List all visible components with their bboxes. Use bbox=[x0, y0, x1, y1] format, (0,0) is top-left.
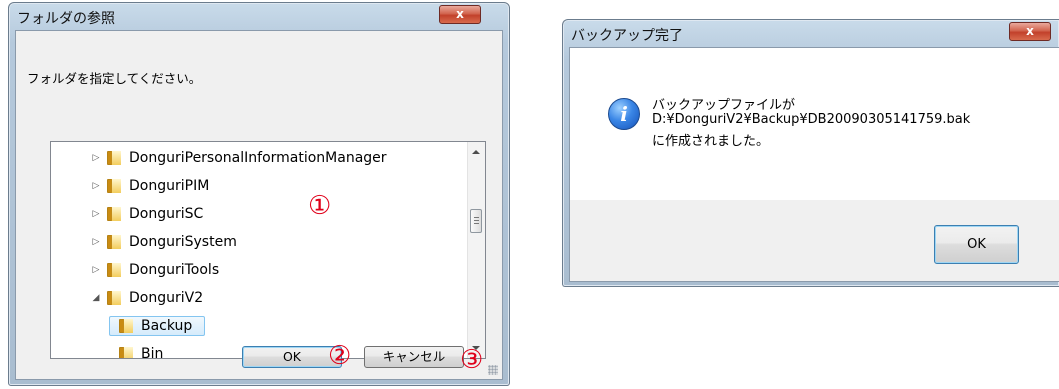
scroll-up-icon[interactable] bbox=[472, 150, 480, 154]
collapse-arrow-icon[interactable]: ◢ bbox=[91, 287, 101, 309]
info-icon: i bbox=[608, 98, 640, 130]
expand-arrow-icon[interactable]: ▷ bbox=[91, 175, 101, 197]
expand-arrow-icon[interactable]: ▷ bbox=[91, 259, 101, 281]
message-line: D:¥DonguriV2¥Backup¥DB20090305141759.bak bbox=[652, 112, 971, 127]
instruction-text: フォルダを指定してください。 bbox=[27, 71, 202, 86]
tree-item-label: Backup bbox=[141, 318, 193, 334]
annotation-marker-2: ② bbox=[328, 341, 352, 371]
tree-item-label: DonguriSystem bbox=[129, 234, 237, 250]
tree-item-label: DonguriPIM bbox=[129, 178, 210, 194]
expand-arrow-icon[interactable]: ▷ bbox=[91, 203, 101, 225]
tree-item-label: DonguriV2 bbox=[129, 290, 204, 306]
ok-button[interactable]: OK bbox=[934, 225, 1019, 264]
dialog-title: フォルダの参照 bbox=[17, 11, 115, 27]
folder-icon bbox=[107, 263, 121, 277]
message-area: i バックアップファイルが D:¥DonguriV2¥Backup¥DB2009… bbox=[570, 48, 1059, 200]
tree-item-label: DonguriTools bbox=[129, 262, 220, 278]
folder-icon bbox=[107, 151, 121, 165]
title-bar[interactable]: フォルダの参照 x bbox=[9, 3, 509, 31]
folder-icon bbox=[107, 291, 121, 305]
tree-item-label: Bin bbox=[141, 346, 164, 359]
message-line: バックアップファイルが bbox=[652, 98, 796, 113]
expand-arrow-icon[interactable]: ▷ bbox=[91, 147, 101, 169]
vertical-scrollbar[interactable] bbox=[467, 142, 485, 358]
dialog-body: フォルダを指定してください。 ▷ DonguriPersonalInformat… bbox=[15, 30, 503, 380]
tree-item-selected[interactable]: Backup bbox=[51, 315, 471, 337]
backup-complete-dialog: バックアップ完了 x i バックアップファイルが D:¥DonguriV2¥Ba… bbox=[562, 19, 1059, 287]
annotation-marker-1: ① bbox=[308, 191, 332, 221]
folder-icon bbox=[107, 207, 121, 221]
tree-item-label: DonguriSC bbox=[129, 206, 204, 222]
ok-button[interactable]: OK bbox=[242, 346, 342, 368]
folder-icon bbox=[107, 235, 121, 249]
annotation-marker-3: ③ bbox=[460, 345, 484, 375]
folder-tree[interactable]: ▷ DonguriPersonalInformationManager ▷ Do… bbox=[50, 141, 486, 359]
expand-arrow-icon[interactable]: ▷ bbox=[91, 231, 101, 253]
cancel-button[interactable]: キャンセル bbox=[364, 346, 464, 368]
dialog-title: バックアップ完了 bbox=[571, 28, 683, 44]
folder-icon bbox=[119, 319, 133, 333]
tree-item-label: DonguriPersonalInformationManager bbox=[129, 150, 387, 166]
title-bar[interactable]: バックアップ完了 x bbox=[563, 20, 1059, 48]
dialog-body: i バックアップファイルが D:¥DonguriV2¥Backup¥DB2009… bbox=[569, 47, 1059, 282]
resize-grip-icon[interactable] bbox=[488, 365, 498, 375]
close-button[interactable]: x bbox=[439, 5, 481, 24]
close-button[interactable]: x bbox=[1009, 22, 1051, 41]
scroll-thumb[interactable] bbox=[470, 209, 482, 233]
folder-browse-dialog: フォルダの参照 x フォルダを指定してください。 ▷ DonguriPerson… bbox=[8, 2, 510, 386]
message-line: に作成されました。 bbox=[652, 134, 770, 149]
folder-icon bbox=[107, 179, 121, 193]
folder-icon bbox=[119, 347, 133, 358]
